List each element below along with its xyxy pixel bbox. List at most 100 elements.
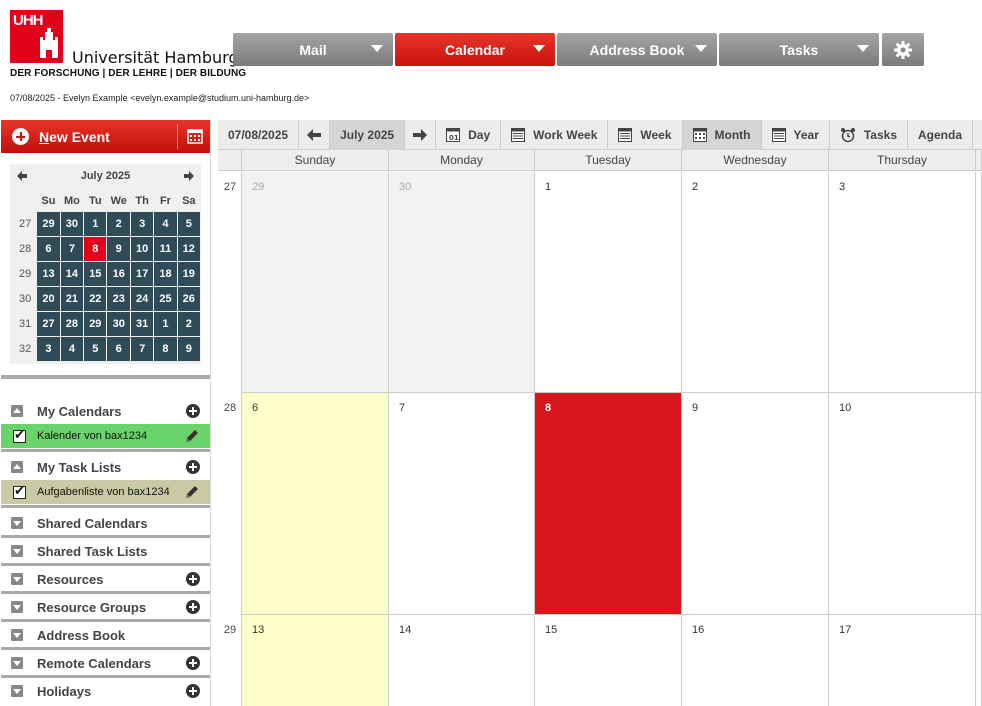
checkbox[interactable] [13,427,26,443]
period-label[interactable]: July 2025 [330,120,406,150]
pencil-icon[interactable] [184,428,200,444]
section-address-book[interactable]: Address Book [1,623,210,647]
add-calendar-icon[interactable] [186,404,200,418]
mini-day[interactable]: 4 [60,337,84,361]
expand-icon[interactable] [11,657,23,669]
section-my-calendars[interactable]: My Calendars [1,399,210,423]
mini-day[interactable]: 22 [84,287,107,311]
tab-tasks[interactable]: Tasks [719,33,879,66]
mini-day[interactable]: 5 [84,337,107,361]
day-cell-overflow[interactable] [976,615,982,706]
mini-day[interactable]: 24 [130,287,154,311]
section-holidays[interactable]: Holidays [1,679,210,703]
arrow-left-icon[interactable] [16,170,28,182]
view-week-button[interactable]: Week [608,120,683,150]
mini-day[interactable]: 6 [107,337,130,361]
day-cell[interactable]: 17 [829,615,976,706]
expand-icon[interactable] [11,685,23,697]
add-resource-group-icon[interactable] [186,600,200,614]
expand-icon[interactable] [11,517,23,529]
mini-day[interactable]: 23 [107,287,130,311]
new-event-button[interactable]: New Event [1,120,210,153]
tab-mail[interactable]: Mail [233,33,393,66]
view-tasks-button[interactable]: Tasks [830,120,908,150]
mini-day[interactable]: 28 [60,312,84,336]
tab-calendar[interactable]: Calendar [395,33,555,66]
mini-day[interactable]: 25 [154,287,177,311]
chevron-down-icon[interactable] [695,45,707,52]
settings-button[interactable] [882,33,924,66]
mini-day[interactable]: 27 [37,312,60,336]
expand-icon[interactable] [11,573,23,585]
mini-day[interactable]: 31 [130,312,154,336]
mini-day[interactable]: 18 [154,262,177,286]
section-resources[interactable]: Resources [1,567,210,591]
day-cell[interactable]: 3 [829,172,976,393]
mini-day[interactable]: 14 [60,262,84,286]
week-number[interactable]: 29 [14,262,36,286]
day-cell-today[interactable]: 8 [535,393,682,615]
chevron-down-icon[interactable] [857,45,869,52]
mini-day[interactable]: 4 [154,212,177,236]
mini-day[interactable]: 17 [130,262,154,286]
expand-icon[interactable] [11,545,23,557]
day-cell[interactable]: 9 [682,393,829,615]
day-cell[interactable]: 1 [535,172,682,393]
week-number[interactable]: 27 [218,181,242,193]
day-cell[interactable]: 10 [829,393,976,615]
day-cell[interactable]: 13 [242,615,389,706]
mini-day[interactable]: 29 [84,312,107,336]
chevron-down-icon[interactable] [371,45,383,52]
week-number[interactable]: 27 [14,212,36,236]
mini-day[interactable]: 12 [177,237,200,261]
mini-day[interactable]: 20 [37,287,60,311]
view-month-button[interactable]: Month [682,120,762,150]
week-number[interactable]: 28 [14,237,36,261]
day-cell[interactable]: 6 [242,393,389,615]
collapse-icon[interactable] [11,405,23,417]
university-logo[interactable]: UHH [10,10,63,63]
mini-day[interactable]: 8 [154,337,177,361]
mini-day[interactable]: 2 [177,312,200,336]
pencil-icon[interactable] [184,484,200,500]
day-cell[interactable]: 16 [682,615,829,706]
mini-day[interactable]: 9 [107,237,130,261]
mini-day[interactable]: 5 [177,212,200,236]
day-cell[interactable]: 7 [389,393,535,615]
day-cell[interactable]: 14 [389,615,535,706]
mini-day[interactable]: 6 [37,237,60,261]
mini-day[interactable]: 3 [130,212,154,236]
section-remote-calendars[interactable]: Remote Calendars [1,651,210,675]
arrow-right-icon[interactable] [183,170,195,182]
mini-day[interactable]: 10 [130,237,154,261]
day-cell-overflow[interactable] [976,393,982,615]
view-day-button[interactable]: 01 Day [436,120,502,150]
week-number[interactable]: 32 [14,337,36,361]
week-number[interactable]: 31 [14,312,36,336]
section-shared-task-lists[interactable]: Shared Task Lists [1,539,210,563]
mini-day[interactable]: 29 [37,212,60,236]
mini-day[interactable]: 1 [84,212,107,236]
add-holiday-icon[interactable] [186,684,200,698]
mini-day[interactable]: 7 [60,237,84,261]
mini-day[interactable]: 26 [177,287,200,311]
day-cell-overflow[interactable] [976,172,982,393]
mini-day[interactable]: 15 [84,262,107,286]
section-my-task-lists[interactable]: My Task Lists [1,455,210,479]
mini-day[interactable]: 19 [177,262,200,286]
chevron-down-icon[interactable] [533,45,545,52]
tab-address-book[interactable]: Address Book [557,33,717,66]
mini-day[interactable]: 13 [37,262,60,286]
day-cell[interactable]: 15 [535,615,682,706]
view-work-week-button[interactable]: Work Week [501,120,609,150]
calendar-picker-icon[interactable] [187,128,203,144]
calendar-item[interactable]: Kalender von bax1234 [1,424,210,448]
section-shared-calendars[interactable]: Shared Calendars [1,511,210,535]
mini-day[interactable]: 7 [130,337,154,361]
mini-day[interactable]: 16 [107,262,130,286]
section-resource-groups[interactable]: Resource Groups [1,595,210,619]
mini-day[interactable]: 3 [37,337,60,361]
mini-day-today[interactable]: 8 [84,237,107,261]
add-resource-icon[interactable] [186,572,200,586]
mini-day[interactable]: 30 [60,212,84,236]
